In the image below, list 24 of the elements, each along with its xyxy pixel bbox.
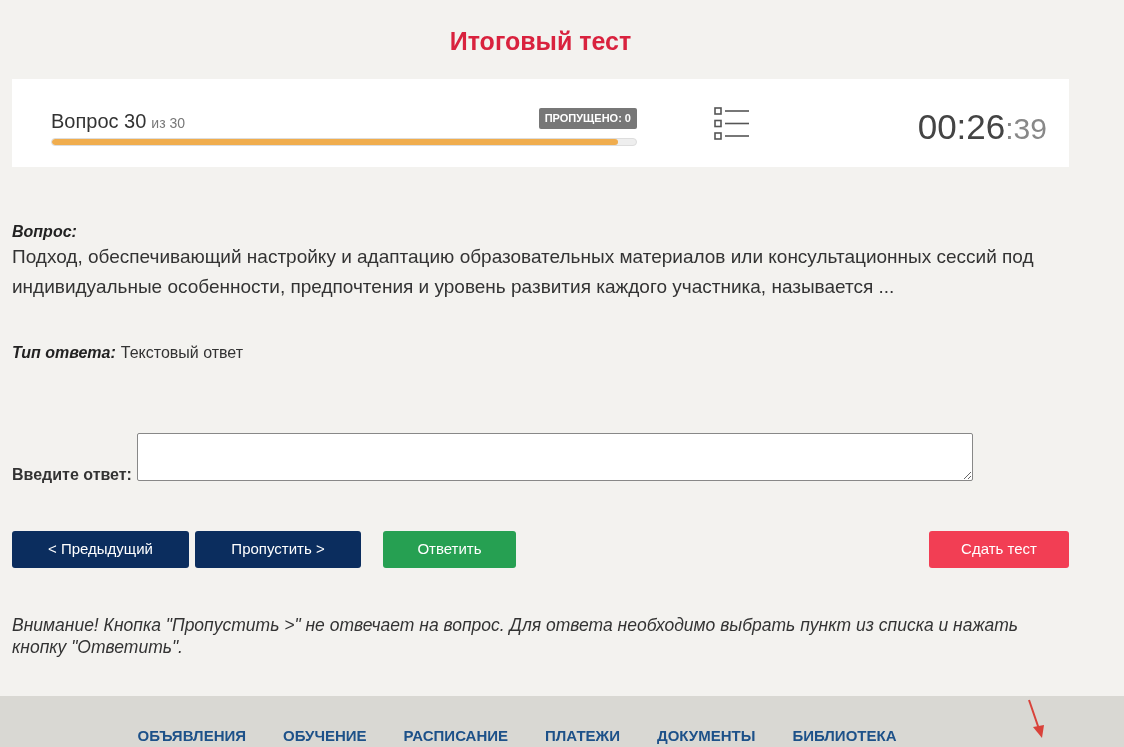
- question-text: Подход, обеспечивающий настройку и адаптацию образовательных материалов или консультационных сессий под индивидуальные особенности, предпочтения и уровень развития каждого участника, называется ...: [12, 245, 1035, 299]
- page-title: Итоговый тест: [449, 26, 632, 56]
- countdown-timer: 00:26:39: [917, 105, 1047, 144]
- footer-nav-link[interactable]: ОБЪЯВЛЕНИЯ: [137, 727, 247, 745]
- arrow-icon: [1027, 699, 1045, 739]
- footer-nav-link[interactable]: БИБЛИОТЕКА: [792, 727, 897, 745]
- question-label: Вопрос:: [12, 222, 77, 242]
- skip-button[interactable]: Пропустить >: [195, 531, 361, 568]
- question-total: из 30: [151, 113, 186, 133]
- footer-nav-link[interactable]: ОБУЧЕНИЕ: [283, 727, 367, 745]
- submit-test-button[interactable]: Сдать тест: [929, 531, 1069, 568]
- answer-button[interactable]: Ответить: [383, 531, 516, 568]
- footer-nav-link[interactable]: РАСПИСАНИЕ: [403, 727, 509, 745]
- answer-label: Введите ответ:: [12, 465, 132, 485]
- answer-type-value: Текстовый ответ: [120, 343, 244, 363]
- answer-type-label: Тип ответа:: [12, 343, 116, 363]
- previous-button[interactable]: < Предыдущий: [12, 531, 189, 568]
- footer-nav-link[interactable]: ДОКУМЕНТЫ: [656, 727, 756, 745]
- footer-nav-link[interactable]: ПЛАТЕЖИ: [545, 727, 620, 745]
- answer-field[interactable]: [136, 433, 973, 481]
- question-list-icon[interactable]: [714, 106, 751, 140]
- notice-text: Внимание! Кнопка "Пропустить >" не отвечает на вопрос. Для ответа необходимо выбрать пункт из списка и нажать кнопку "Ответить".: [12, 614, 1019, 658]
- question-counter: Вопрос 30: [51, 108, 147, 133]
- skipped-badge: ПРОПУЩЕНО: 0: [538, 108, 637, 129]
